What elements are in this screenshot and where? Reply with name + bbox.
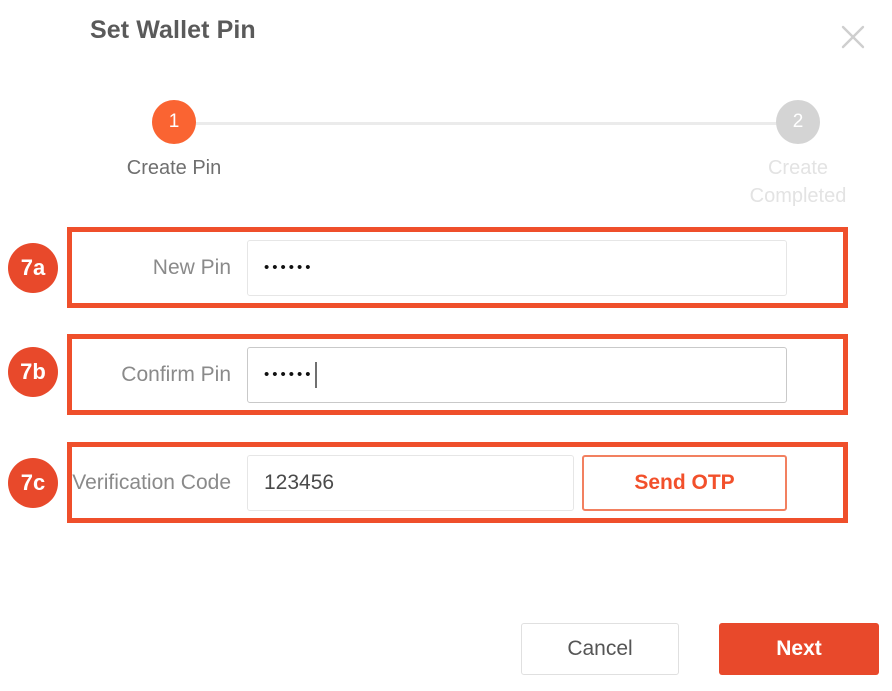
verification-code-value: 123456 — [264, 470, 335, 494]
stepper: 1 Create Pin 2 Create Completed — [0, 100, 892, 207]
next-button[interactable]: Next — [719, 623, 879, 675]
new-pin-label: New Pin — [152, 255, 231, 279]
stepper-step-1-label: Create Pin — [126, 157, 222, 179]
confirm-pin-value: •••••• — [264, 366, 314, 383]
cancel-button[interactable]: Cancel — [521, 623, 679, 675]
annotation-badge-7b: 7b — [8, 347, 58, 397]
annotation-box-confirm-pin: Confirm Pin •••••• — [67, 334, 848, 415]
text-caret — [314, 361, 317, 388]
stepper-step-2-number: 2 — [776, 100, 820, 144]
confirm-pin-input[interactable]: •••••• — [247, 346, 787, 403]
verification-code-input[interactable]: 123456 — [247, 454, 574, 511]
set-wallet-pin-dialog: Set Wallet Pin 1 Create Pin 2 Create Com… — [0, 0, 892, 691]
new-pin-input[interactable]: •••••• — [247, 239, 787, 296]
close-icon[interactable] — [836, 20, 870, 54]
confirm-pin-label: Confirm Pin — [121, 362, 231, 386]
annotation-badge-7a: 7a — [8, 243, 58, 293]
annotation-box-verification-code: Verification Code 123456 Send OTP — [67, 442, 848, 523]
stepper-step-2-label: Create Completed — [749, 157, 847, 207]
page-title: Set Wallet Pin — [90, 16, 256, 44]
stepper-step-1-number: 1 — [152, 100, 196, 144]
stepper-connector-line — [196, 122, 776, 125]
send-otp-button[interactable]: Send OTP — [582, 454, 787, 511]
verification-code-label: Verification Code — [72, 470, 231, 494]
annotation-box-new-pin: New Pin •••••• — [67, 227, 848, 308]
new-pin-value: •••••• — [264, 259, 314, 276]
stepper-step-create-pin: 1 Create Pin — [94, 100, 254, 182]
stepper-step-create-completed: 2 Create Completed — [718, 100, 878, 210]
annotation-badge-7c: 7c — [8, 458, 58, 508]
